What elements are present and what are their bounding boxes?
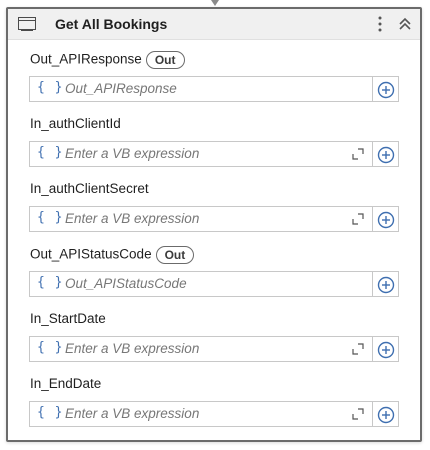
double-chevron-up-icon[interactable]	[398, 16, 412, 32]
braces-icon: { }	[37, 275, 64, 290]
braces-icon: { }	[37, 145, 64, 160]
argument-label: Out_APIStatusCode Out	[30, 246, 195, 264]
window-icon	[18, 17, 36, 31]
argument-name: In_authClientSecret	[30, 181, 149, 196]
argument-field-row: { } Out_APIResponse	[29, 76, 399, 102]
add-variable-button[interactable]	[373, 271, 399, 297]
activity-header[interactable]: Get All Bookings	[8, 9, 420, 40]
argument-name: Out_APIResponse	[30, 51, 142, 67]
plus-circle-icon	[377, 341, 395, 359]
argument-field-row: { } Out_APIStatusCode	[29, 271, 399, 297]
plus-circle-icon	[377, 276, 395, 294]
add-variable-button[interactable]	[373, 206, 399, 232]
expression-input[interactable]: { } Enter a VB expression	[29, 401, 373, 427]
argument-field-row: { } Enter a VB expression	[29, 401, 399, 427]
activity-card[interactable]: Get All Bookings Out_APIResponse Out{ } Ou…	[6, 7, 422, 442]
add-variable-button[interactable]	[373, 141, 399, 167]
argument-label: In_authClientId	[30, 116, 121, 131]
expression-value: Out_APIStatusCode	[65, 276, 187, 291]
direction-badge: Out	[155, 246, 195, 264]
add-variable-button[interactable]	[373, 401, 399, 427]
argument-field-row: { } Enter a VB expression	[29, 206, 399, 232]
expression-input[interactable]: { } Enter a VB expression	[29, 336, 373, 362]
add-variable-button[interactable]	[373, 336, 399, 362]
argument-label: In_authClientSecret	[30, 181, 149, 196]
expression-placeholder: Enter a VB expression	[65, 211, 200, 226]
expression-value: Out_APIResponse	[65, 81, 177, 96]
expression-input[interactable]: { } Out_APIResponse	[29, 76, 373, 102]
argument-label: Out_APIResponse Out	[30, 51, 185, 69]
plus-circle-icon	[377, 81, 395, 99]
expand-editor-icon[interactable]	[352, 343, 364, 355]
expression-input[interactable]: { } Out_APIStatusCode	[29, 271, 373, 297]
designer-canvas: Get All Bookings Out_APIResponse Out{ } Ou…	[0, 0, 430, 450]
plus-circle-icon	[377, 146, 395, 164]
argument-field-row: { } Enter a VB expression	[29, 336, 399, 362]
expression-placeholder: Enter a VB expression	[65, 146, 200, 161]
plus-circle-icon	[377, 211, 395, 229]
expression-input[interactable]: { } Enter a VB expression	[29, 206, 373, 232]
braces-icon: { }	[37, 405, 64, 420]
expression-input[interactable]: { } Enter a VB expression	[29, 141, 373, 167]
argument-name: In_authClientId	[30, 116, 121, 131]
flow-connector-arrow	[211, 0, 219, 6]
braces-icon: { }	[37, 210, 64, 225]
argument-label: In_EndDate	[30, 376, 101, 391]
expand-editor-icon[interactable]	[352, 408, 364, 420]
activity-title: Get All Bookings	[55, 16, 168, 32]
kebab-menu-icon[interactable]	[375, 15, 385, 33]
expression-placeholder: Enter a VB expression	[65, 406, 200, 421]
argument-field-row: { } Enter a VB expression	[29, 141, 399, 167]
plus-circle-icon	[377, 406, 395, 424]
argument-name: In_EndDate	[30, 376, 102, 391]
braces-icon: { }	[37, 340, 64, 355]
argument-name: In_StartDate	[30, 311, 106, 326]
add-variable-button[interactable]	[373, 76, 399, 102]
expression-placeholder: Enter a VB expression	[65, 341, 200, 356]
argument-name: Out_APIStatusCode	[30, 246, 152, 262]
argument-label: In_StartDate	[30, 311, 106, 326]
braces-icon: { }	[37, 80, 64, 95]
expand-editor-icon[interactable]	[352, 213, 364, 225]
expand-editor-icon[interactable]	[352, 148, 364, 160]
direction-badge: Out	[145, 51, 185, 69]
